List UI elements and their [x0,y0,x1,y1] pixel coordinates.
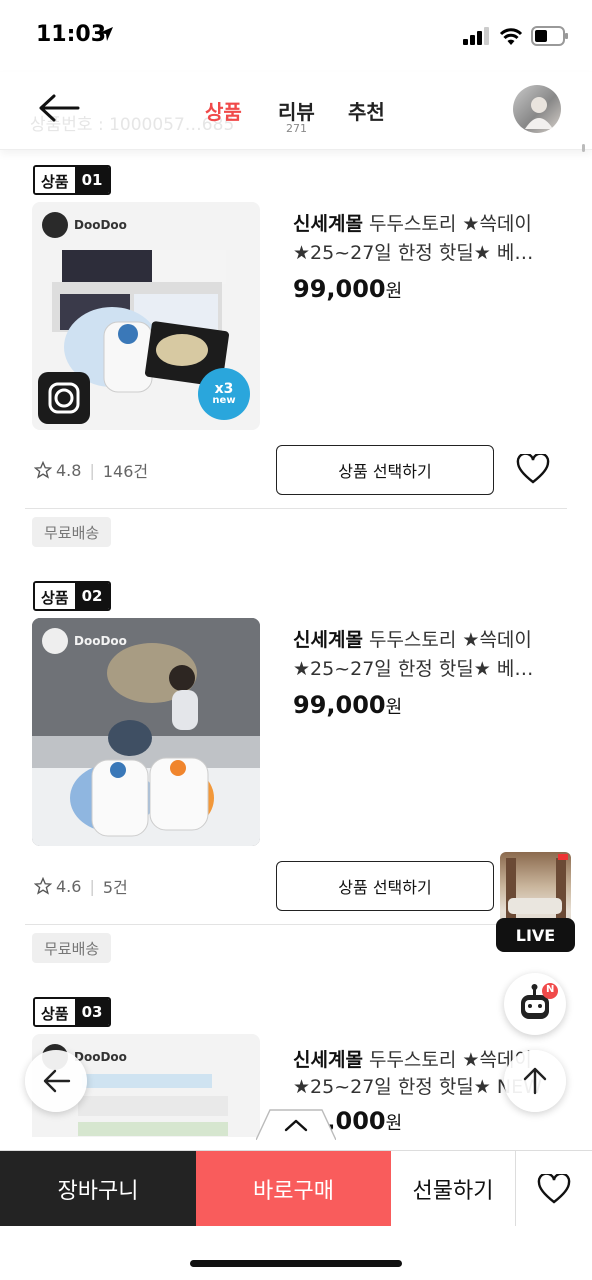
rating-value: 4.8 [56,460,82,480]
product-title-line2[interactable]: ★25~27일 한정 핫딜★ 베… [293,238,533,265]
home-indicator [190,1260,402,1267]
star-icon [34,877,52,895]
status-bar: 11:03 [0,0,592,72]
free-shipping-tag: 무료배송 [32,517,112,547]
battery-icon [531,26,568,46]
divider [25,924,567,925]
star-icon [34,461,52,479]
tab-review[interactable]: 리뷰 [278,96,315,125]
rating-separator: | [89,876,95,896]
x3-new-badge: x3 new [198,368,250,420]
product-title[interactable]: 신세계몰 두두스토리 ★쓱데이 [293,1045,532,1072]
wishlist-button[interactable] [516,1151,592,1226]
select-product-button[interactable]: 상품 선택하기 [276,445,494,495]
title-text: 두두스토리 ★쓱데이 [368,629,532,651]
heart-icon [537,1173,571,1204]
arrow-up-icon [523,1067,547,1095]
seller-name: 신세계몰 [293,213,363,235]
x3-text: x3 [214,381,234,397]
gift-button[interactable]: 선물하기 [391,1151,516,1226]
top-navigation: 상품번호 : 1000057…685 상품 리뷰 271 추천 [0,72,592,152]
review-count-label: 146건 [102,462,149,481]
badge-label: 상품 [35,999,75,1025]
cart-button[interactable]: 장바구니 [0,1151,196,1226]
seller-name: 신세계몰 [293,629,363,651]
product-badge: 상품 03 [33,997,112,1027]
product-image[interactable]: DooDoo x3 new [32,202,260,430]
product-title[interactable]: 신세계몰 두두스토리 ★쓱데이 [293,209,532,236]
live-button[interactable]: LIVE [496,918,575,952]
brand-name: DooDoo [74,634,127,648]
previous-button[interactable] [25,1050,87,1112]
brand-logo-icon [42,628,68,654]
review-count-label: 5건 [102,878,128,897]
wifi-icon [499,28,523,45]
product-price: 99,000원 [293,691,402,719]
back-arrow-icon[interactable] [36,90,82,126]
select-product-button[interactable]: 상품 선택하기 [276,861,494,911]
product-title-line2[interactable]: ★25~27일 한정 핫딜★ 베… [293,654,533,681]
title-text: 두두스토리 ★쓱데이 [368,213,532,235]
bottom-action-bar: 장바구니 바로구매 선물하기 [0,1150,592,1226]
rating-value: 4.6 [56,876,82,896]
product-price: 99,000원 [293,275,402,303]
product-title[interactable]: 신세계몰 두두스토리 ★쓱데이 [293,625,532,652]
badge-number: 02 [74,583,110,609]
seller-name: 신세계몰 [293,1049,363,1071]
price-unit: 원 [385,1113,403,1134]
new-badge: N [546,984,555,995]
product-image[interactable]: DooDoo [32,618,260,846]
rating-separator: | [89,460,95,480]
badge-label: 상품 [35,583,75,609]
expand-options-tab[interactable] [256,1108,336,1140]
scroll-indicator [582,144,585,152]
chatbot-button[interactable]: N [504,973,566,1035]
buy-now-button[interactable]: 바로구매 [196,1151,391,1226]
divider [25,508,567,509]
badge-number: 03 [74,999,110,1025]
brand-logo: DooDoo [42,628,127,654]
product-badge: 상품 01 [33,165,112,195]
status-time: 11:03 [36,22,107,47]
free-shipping-tag: 무료배송 [32,933,112,963]
price-unit: 원 [385,281,403,302]
new-text: new [212,395,236,406]
robot-icon [521,983,558,1019]
location-arrow-icon [99,27,113,41]
rating: 4.8 | 146건 [34,458,148,482]
cellular-signal-icon [463,27,489,45]
arrow-left-icon [43,1069,71,1093]
price-value: 99,000 [293,275,386,303]
badge-number: 01 [74,167,110,193]
badge-label: 상품 [35,167,75,193]
camera-icon[interactable] [38,372,90,424]
product-badge: 상품 02 [33,581,112,611]
review-count: 271 [286,122,307,135]
scroll-to-top-button[interactable] [504,1050,566,1112]
heart-icon[interactable] [516,454,550,484]
price-value: 99,000 [293,691,386,719]
tab-product[interactable]: 상품 [205,96,242,125]
price-unit: 원 [385,697,403,718]
avatar[interactable] [513,85,561,133]
rating: 4.6 | 5건 [34,874,128,898]
tab-recommend[interactable]: 추천 [348,96,385,125]
